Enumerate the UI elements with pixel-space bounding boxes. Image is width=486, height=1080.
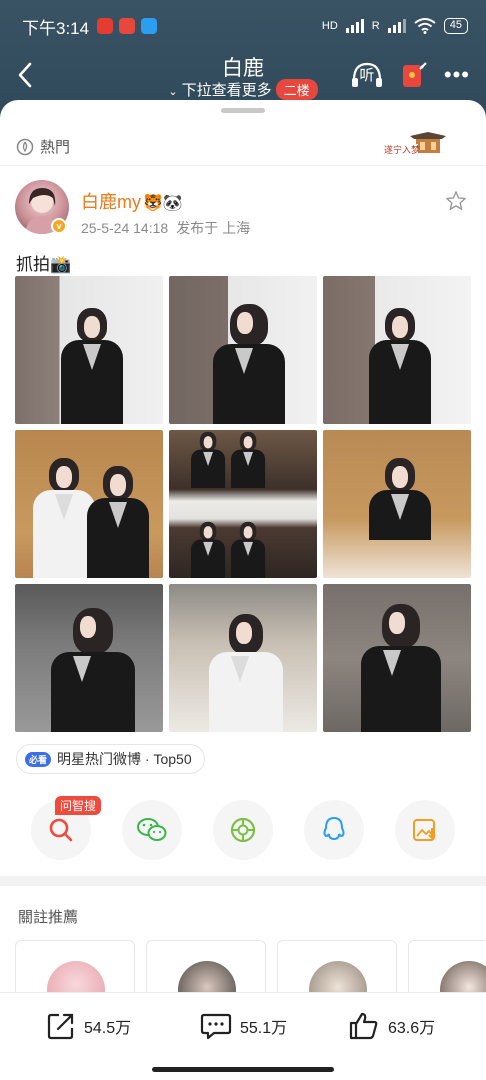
top-bar: 下午3:14 HD R 45 白鹿 ⌄ 下拉查看更多 二楼 听 ••• bbox=[0, 0, 486, 110]
must-see-badge: 必看 bbox=[25, 751, 52, 767]
status-time: 下午3:14 bbox=[22, 18, 90, 38]
photo-6[interactable] bbox=[323, 430, 471, 578]
repost-count: 54.5万 bbox=[84, 1020, 132, 1037]
photo-8[interactable] bbox=[169, 584, 317, 732]
cell-signal-icon bbox=[345, 19, 364, 33]
person-figure bbox=[369, 458, 431, 540]
home-indicator[interactable] bbox=[152, 1067, 334, 1072]
author-emoji: 🐯🐼 bbox=[143, 195, 183, 212]
status-bar: 下午3:14 HD R 45 bbox=[22, 14, 468, 38]
person-figure bbox=[213, 304, 285, 424]
zhisou-button[interactable]: 问智搜 bbox=[31, 796, 102, 860]
status-right: HD R 45 bbox=[322, 18, 468, 34]
comment-button[interactable]: 55.1万 bbox=[200, 1011, 287, 1041]
post-meta: 25-5-24 14:18 发布于 上海 bbox=[81, 218, 250, 238]
repost-button[interactable]: 54.5万 bbox=[46, 1011, 131, 1041]
wechat-share-button[interactable] bbox=[122, 800, 182, 860]
hot-section-header: 熱門 遂宁入梦 bbox=[0, 128, 486, 166]
signal2-icon: R bbox=[371, 20, 380, 32]
person-figure bbox=[231, 521, 266, 578]
person-figure bbox=[33, 458, 95, 578]
author-name[interactable]: 白鹿my 🐯🐼 bbox=[81, 188, 183, 214]
photo-5[interactable] bbox=[169, 430, 317, 578]
person-figure bbox=[361, 604, 441, 732]
cell-signal-2-icon bbox=[387, 19, 406, 33]
comment-count: 55.1万 bbox=[240, 1020, 288, 1037]
chevron-down-icon: ⌄ bbox=[168, 86, 178, 98]
nav-bar: 白鹿 ⌄ 下拉查看更多 二楼 听 ••• bbox=[0, 48, 486, 104]
more-icon[interactable]: ••• bbox=[444, 64, 470, 86]
favorite-star-icon[interactable] bbox=[445, 190, 467, 212]
action-bar: 54.5万 55.1万 63.6万 bbox=[0, 992, 486, 1080]
photo-7[interactable] bbox=[15, 584, 163, 732]
moments-icon bbox=[230, 817, 256, 843]
post-text: 抓拍📸 bbox=[16, 255, 72, 274]
floor-badge[interactable]: 二楼 bbox=[275, 79, 318, 100]
notification-app-icon bbox=[97, 18, 114, 34]
listen-button[interactable]: 听 bbox=[350, 60, 384, 90]
comment-icon bbox=[200, 1013, 232, 1040]
photo-1[interactable] bbox=[15, 276, 163, 424]
post-author: v 白鹿my 🐯🐼 25-5-24 14:18 发布于 上海 bbox=[15, 180, 471, 240]
signal-icon: HD bbox=[321, 20, 338, 32]
post-sheet: 熱門 遂宁入梦 v 白鹿my 🐯🐼 25-5-24 14:18 发布于 上海 抓拍📸 bbox=[0, 100, 486, 1080]
person-figure bbox=[191, 521, 226, 578]
wechat-icon bbox=[137, 818, 167, 841]
nav-actions: 听 ••• bbox=[350, 60, 470, 90]
qq-icon bbox=[323, 816, 345, 841]
red-packet-icon[interactable] bbox=[400, 61, 428, 89]
decorative-banner-icon: 遂宁入梦 bbox=[382, 132, 446, 155]
thumbs-up-icon bbox=[349, 1012, 378, 1040]
wifi-icon bbox=[414, 18, 436, 34]
battery-icon: 45 bbox=[443, 18, 468, 34]
person-figure bbox=[191, 431, 226, 488]
section-divider bbox=[0, 876, 486, 886]
save-image-icon bbox=[413, 819, 436, 841]
hot-label-text: 熱門 bbox=[40, 139, 71, 156]
pull-down-text: 下拉查看更多 bbox=[181, 82, 272, 99]
hot-icon bbox=[16, 138, 34, 155]
repost-icon bbox=[47, 1013, 74, 1040]
person-figure bbox=[369, 308, 431, 424]
like-count: 63.6万 bbox=[388, 1020, 436, 1037]
post-location: 发布于 上海 bbox=[176, 220, 251, 236]
moments-share-button[interactable] bbox=[213, 800, 273, 860]
author-name-text: 白鹿my bbox=[81, 192, 141, 212]
person-figure bbox=[87, 466, 149, 578]
svg-text:遂宁入梦: 遂宁入梦 bbox=[384, 144, 420, 155]
photo-2[interactable] bbox=[169, 276, 317, 424]
person-figure bbox=[231, 431, 266, 488]
person-figure bbox=[51, 608, 135, 732]
search-icon bbox=[49, 818, 73, 842]
zhisou-label: 问智搜 bbox=[55, 796, 102, 815]
weibo-icon bbox=[119, 18, 136, 34]
recommend-title: 關註推薦 bbox=[18, 909, 79, 926]
upload-icon bbox=[141, 18, 158, 34]
hot-rank-text: 明星热门微博 · Top50 bbox=[57, 751, 192, 767]
listen-label: 听 bbox=[359, 67, 375, 84]
person-figure bbox=[61, 308, 123, 424]
share-row: 问智搜 bbox=[0, 796, 486, 860]
sheet-grabber[interactable] bbox=[221, 108, 265, 113]
post-date: 25-5-24 14:18 bbox=[81, 220, 169, 236]
photo-grid bbox=[15, 276, 471, 732]
photo-9[interactable] bbox=[323, 584, 471, 732]
notification-icons bbox=[97, 18, 158, 34]
qq-share-button[interactable] bbox=[304, 800, 364, 860]
verified-badge: v bbox=[51, 218, 67, 234]
person-figure bbox=[209, 614, 283, 732]
photo-3[interactable] bbox=[323, 276, 471, 424]
hot-label: 熱門 bbox=[16, 136, 70, 157]
photo-4[interactable] bbox=[15, 430, 163, 578]
like-button[interactable]: 63.6万 bbox=[348, 1011, 435, 1041]
save-image-button[interactable] bbox=[395, 800, 455, 860]
hot-rank-tag[interactable]: 必看 明星热门微博 · Top50 bbox=[16, 744, 205, 774]
